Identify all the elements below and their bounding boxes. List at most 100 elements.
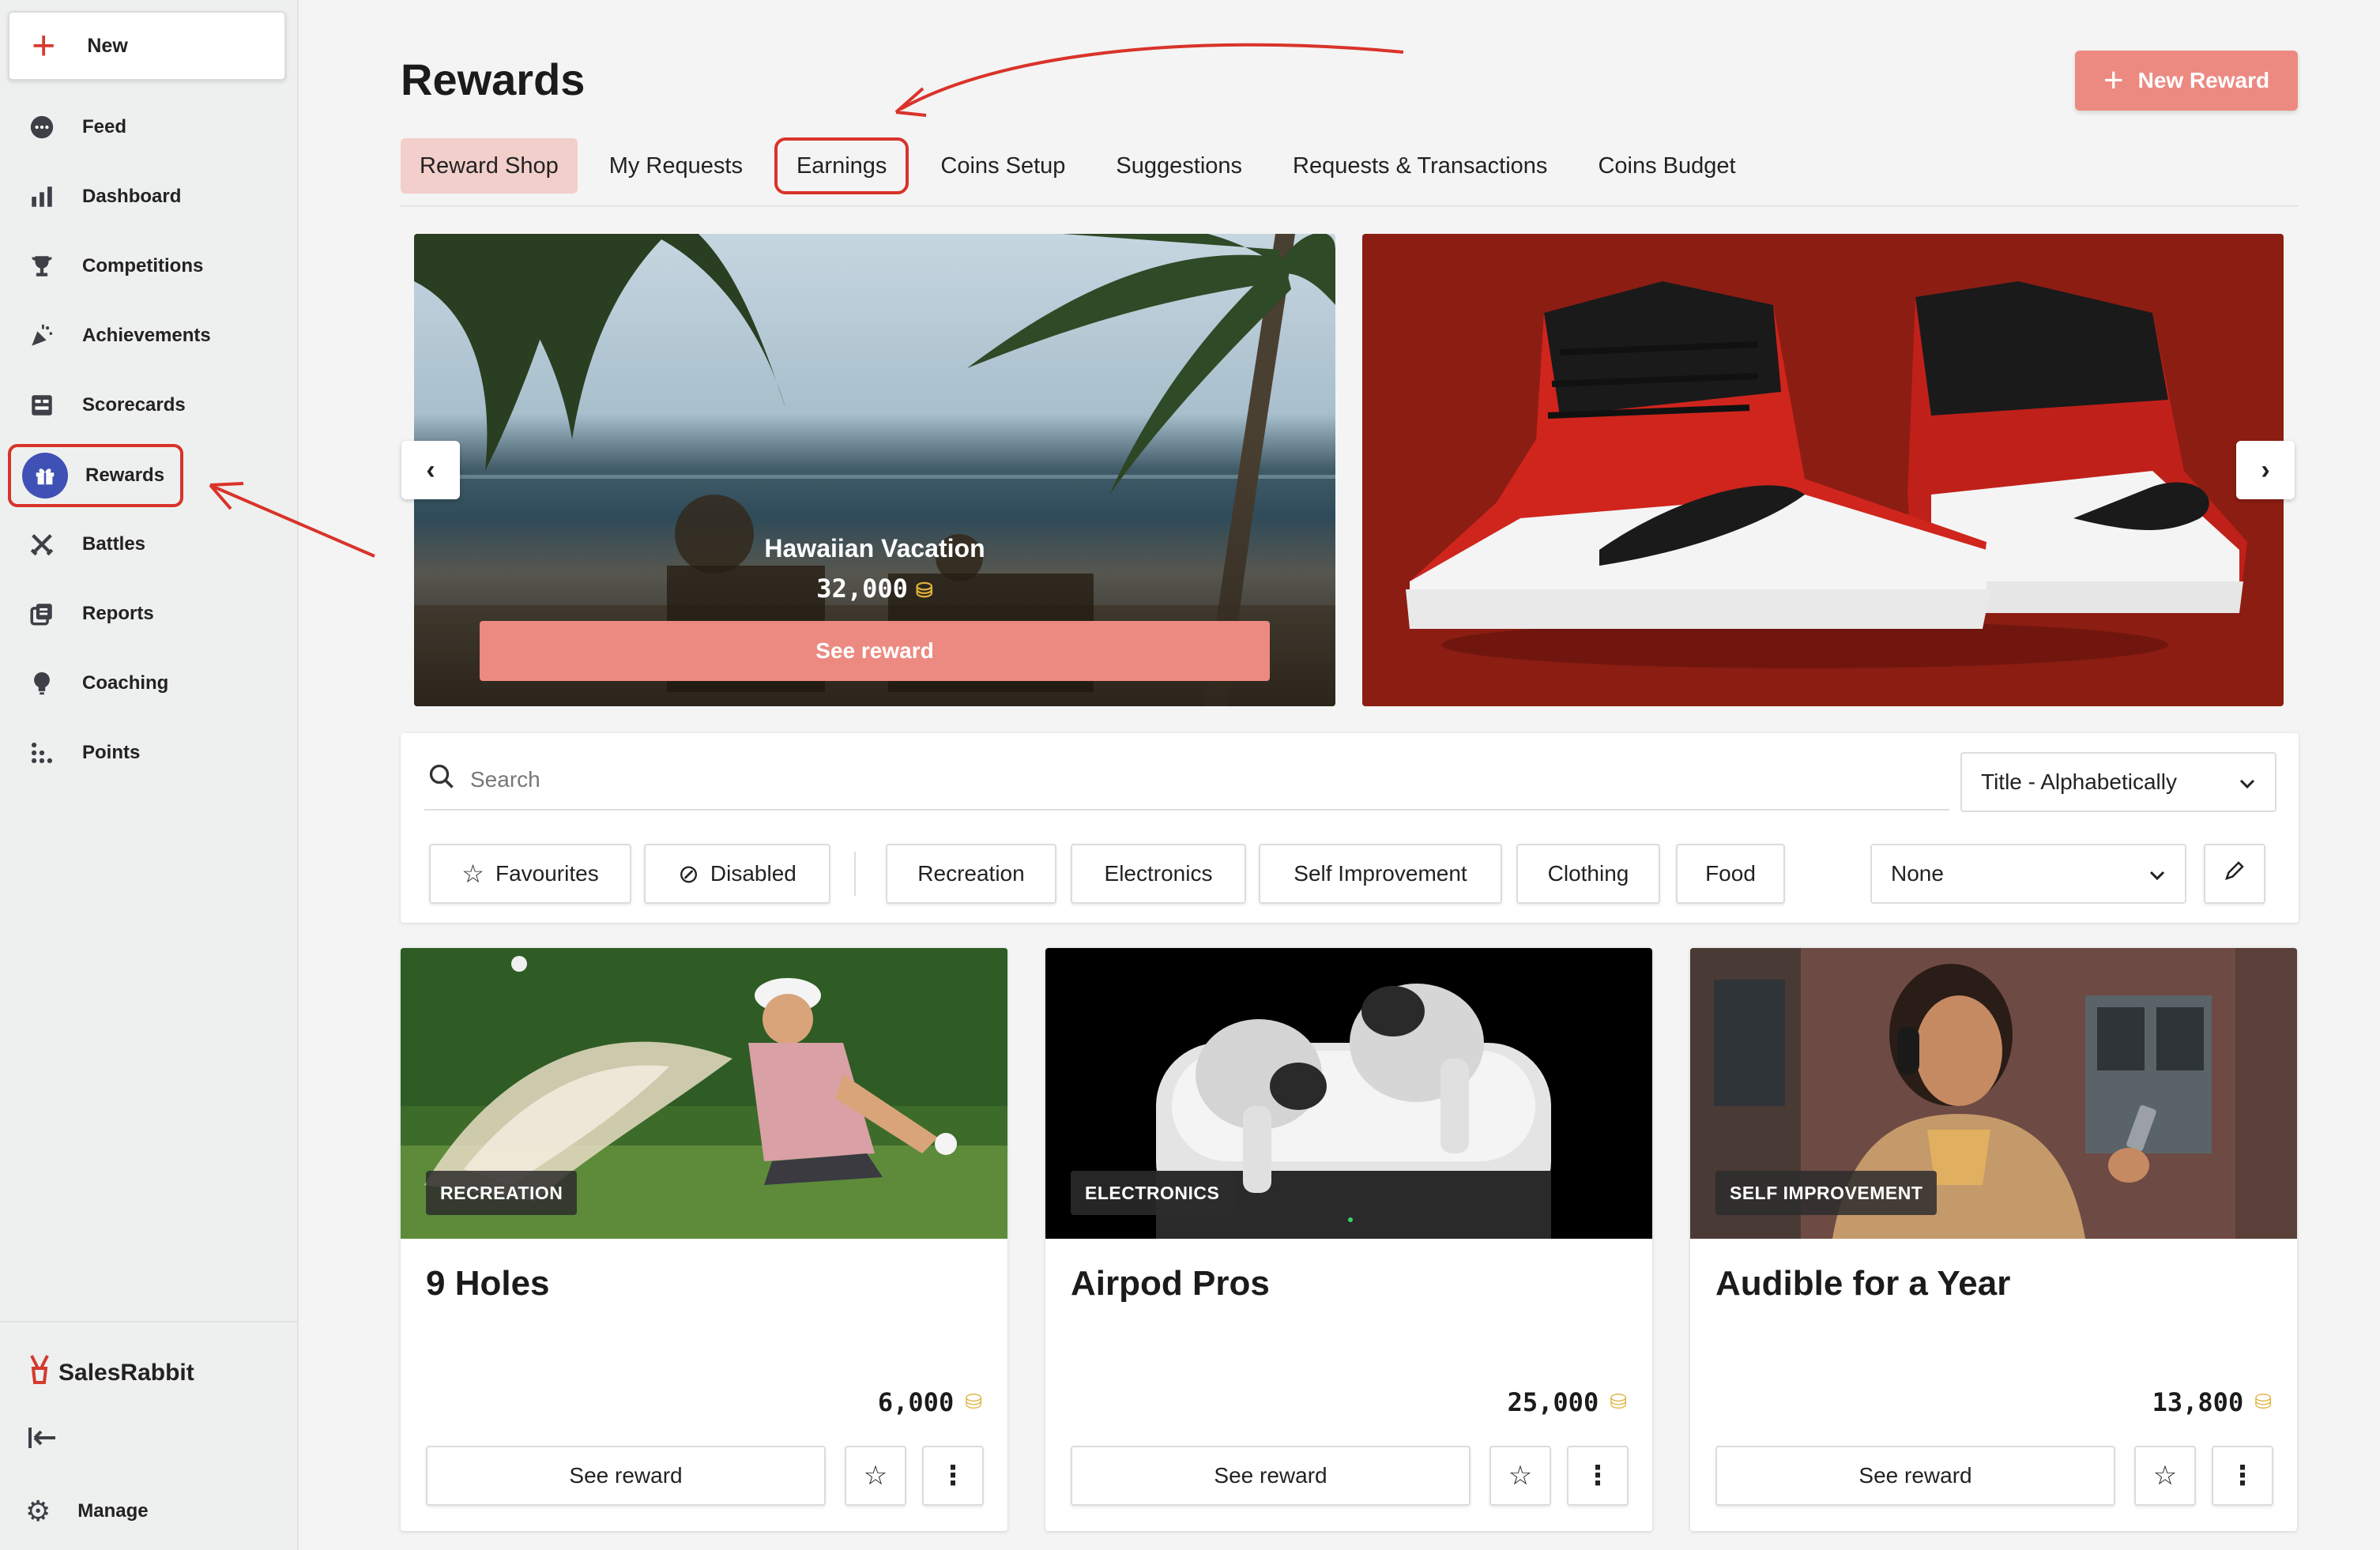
star-outline-icon: ☆ [863,1461,888,1491]
search-icon [427,762,456,798]
sidebar-item-points[interactable]: Points [8,724,286,782]
reports-icon [25,597,58,630]
reward-coins: 25,000 [1507,1387,1599,1417]
chip-clothing[interactable]: Clothing [1516,844,1660,904]
tab-my-requests[interactable]: My Requests [590,138,762,194]
sidebar-item-label: Rewards [85,465,165,486]
chip-self-improvement[interactable]: Self Improvement [1259,844,1502,904]
reward-card-airpod-pros[interactable]: ELECTRONICS Airpod Pros 25,000 ⛁ See rewa… [1045,948,1652,1531]
blocked-icon: ⊘ [678,860,699,888]
pencil-icon [2223,859,2246,889]
more-options-button[interactable]: ⋮ [1567,1446,1629,1506]
reward-card-9-holes[interactable]: RECREATION 9 Holes 6,000 ⛁ See reward ☆ ⋮ [401,948,1007,1531]
reward-card-audible[interactable]: SELF IMPROVEMENT Audible for a Year 13,8… [1690,948,2297,1531]
category-badge: ELECTRONICS [1071,1171,1234,1215]
search-placeholder: Search [470,767,540,792]
reward-price: 6,000 ⛁ [878,1387,982,1417]
carousel-next-button[interactable]: › [2236,441,2295,499]
see-reward-button[interactable]: See reward [1715,1446,2115,1506]
chevron-right-icon: › [2261,454,2270,485]
sidebar-item-label: Battles [82,533,146,555]
sidebar-item-feed[interactable]: Feed [8,98,286,156]
chip-electronics[interactable]: Electronics [1071,844,1246,904]
rabbit-logo-icon [28,1354,51,1391]
favourite-button[interactable]: ☆ [2134,1446,2196,1506]
brand-name: SalesRabbit [58,1359,194,1386]
page-title: Rewards [401,55,586,104]
tab-earnings[interactable]: Earnings [774,137,909,194]
reward-price: 25,000 ⛁ [1508,1387,1627,1417]
more-options-button[interactable]: ⋮ [922,1446,984,1506]
see-reward-button[interactable]: See reward [426,1446,826,1506]
sidebar-item-label: Scorecards [82,394,186,416]
bar-chart-icon [25,180,58,213]
tab-coins-budget[interactable]: Coins Budget [1579,138,1754,194]
featured-see-reward-button[interactable]: See reward [480,621,1270,681]
chip-label: Disabled [710,861,796,886]
star-outline-icon: ☆ [2152,1461,2178,1491]
chip-favourites[interactable]: ☆ Favourites [429,844,631,904]
tab-suggestions[interactable]: Suggestions [1097,138,1261,194]
new-reward-label: New Reward [2137,68,2270,92]
chip-disabled[interactable]: ⊘ Disabled [644,844,830,904]
manage-item[interactable]: ⚙ Manage [25,1495,149,1528]
carousel-prev-button[interactable]: ‹ [401,441,460,499]
group-value: None [1891,861,1944,886]
sidebar-item-label: Competitions [82,255,204,277]
plus-icon: + [2103,61,2124,100]
see-reward-button[interactable]: See reward [1071,1446,1471,1506]
kebab-menu-icon: ⋮ [940,1461,966,1491]
sidebar-divider [0,1321,299,1322]
chat-icon [25,111,58,144]
sidebar-item-achievements[interactable]: Achievements [8,307,286,365]
new-button[interactable]: + New [8,11,286,81]
sidebar-item-rewards[interactable]: Rewards [8,444,183,507]
featured-reward-coins: 32,000 ⛁ [414,574,1335,604]
tab-coins-setup[interactable]: Coins Setup [921,138,1084,194]
reward-coins: 6,000 [877,1387,955,1417]
trophy-icon [25,250,58,283]
group-dropdown[interactable]: None [1870,844,2186,904]
plus-icon: + [32,23,56,69]
reward-coins: 13,800 [2152,1387,2244,1417]
search-field[interactable]: Search [424,751,1949,811]
sidebar-item-reports[interactable]: Reports [8,585,286,643]
tab-requests-transactions[interactable]: Requests & Transactions [1274,138,1566,194]
filter-panel: Search Title - Alphabetically ☆ Favourit… [401,733,2299,923]
gear-icon: ⚙ [25,1495,51,1527]
chip-recreation[interactable]: Recreation [886,844,1056,904]
confetti-icon [25,319,58,352]
featured-banner-vacation[interactable]: Hawaiian Vacation 32,000 ⛁ See reward [414,234,1335,706]
sidebar-item-battles[interactable]: Battles [8,515,286,574]
tab-reward-shop[interactable]: Reward Shop [401,138,578,194]
category-badge: RECREATION [426,1171,578,1215]
favourite-button[interactable]: ☆ [845,1446,906,1506]
sidebar: + New Feed Dashboard Competitions Achiev… [0,0,299,1550]
featured-banner-sneakers[interactable] [1362,234,2284,706]
edit-filters-button[interactable] [2204,844,2265,904]
more-options-button[interactable]: ⋮ [2212,1446,2273,1506]
new-reward-button[interactable]: + New Reward [2075,51,2298,111]
tab-bar: Reward Shop My Requests Earnings Coins S… [401,137,1768,194]
chevron-down-icon [2148,861,2166,886]
sidebar-item-label: Points [82,742,141,763]
kebab-menu-icon: ⋮ [2229,1461,2256,1491]
sort-value: Title - Alphabetically [1981,769,2177,794]
favourite-button[interactable]: ☆ [1489,1446,1551,1506]
sidebar-item-dashboard[interactable]: Dashboard [8,167,286,226]
sidebar-item-coaching[interactable]: Coaching [8,654,286,713]
sort-dropdown[interactable]: Title - Alphabetically [1960,752,2276,812]
tabs-divider [401,205,2299,207]
coin-stack-icon: ⛁ [2254,1390,2272,1414]
reward-title: Audible for a Year [1715,1264,2011,1303]
sidebar-item-label: Dashboard [82,186,182,207]
chip-food[interactable]: Food [1676,844,1785,904]
coin-stack-icon: ⛁ [1610,1390,1627,1414]
sidebar-item-competitions[interactable]: Competitions [8,237,286,295]
reward-price: 13,800 ⛁ [2152,1387,2272,1417]
swords-icon [25,528,58,561]
collapse-sidebar-icon[interactable] [27,1424,58,1457]
sidebar-item-scorecards[interactable]: Scorecards [8,376,286,435]
new-button-label: New [87,34,128,57]
scorecard-icon [25,389,58,422]
